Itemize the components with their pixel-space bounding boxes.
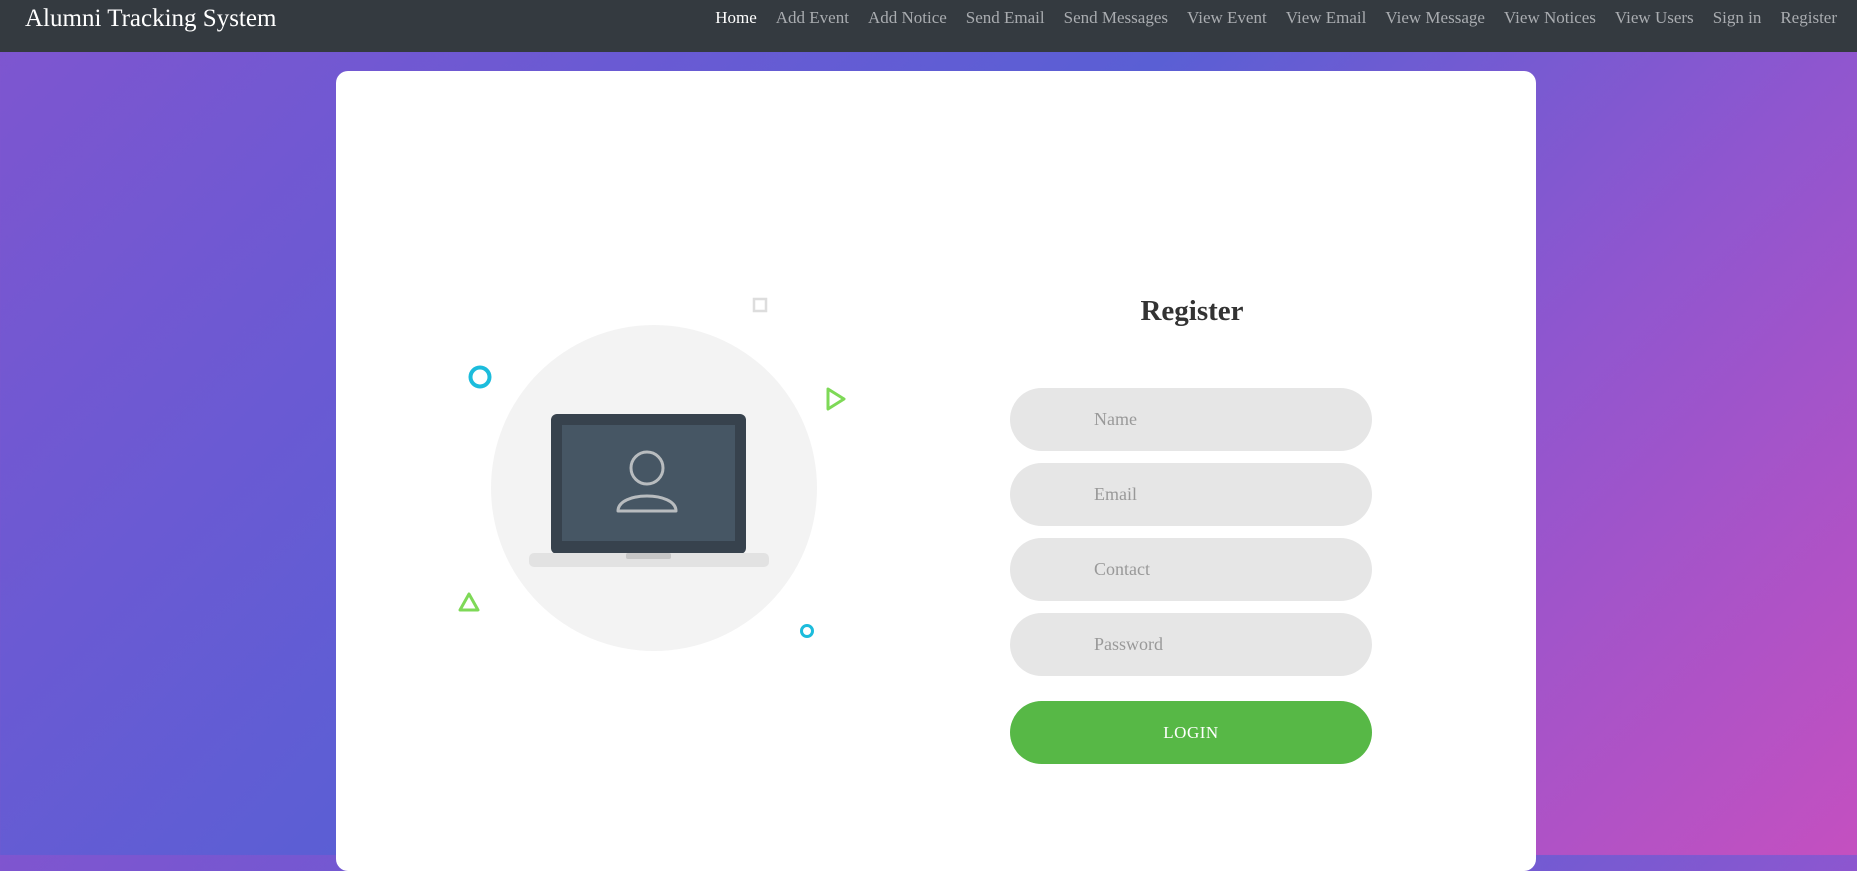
nav-links: Home Add Event Add Notice Send Email Sen… xyxy=(696,8,1837,28)
nav-item-register[interactable]: Register xyxy=(1780,8,1837,28)
deco-ring-small xyxy=(800,624,814,638)
form-fields xyxy=(1010,388,1374,676)
nav-item-add-notice[interactable]: Add Notice xyxy=(868,8,947,28)
deco-ring-large xyxy=(468,365,492,389)
nav-item-home[interactable]: Home xyxy=(715,8,757,28)
nav-item-view-message[interactable]: View Message xyxy=(1385,8,1485,28)
deco-triangle-right xyxy=(826,387,846,411)
nav-item-send-messages[interactable]: Send Messages xyxy=(1064,8,1168,28)
nav-item-view-email[interactable]: View Email xyxy=(1286,8,1367,28)
register-form: Register LOGIN xyxy=(1010,291,1374,764)
deco-square xyxy=(752,297,768,313)
login-button[interactable]: LOGIN xyxy=(1010,701,1372,764)
brand-title[interactable]: Alumni Tracking System xyxy=(25,6,276,31)
nav-item-send-email[interactable]: Send Email xyxy=(966,8,1045,28)
deco-triangle-up xyxy=(458,592,480,612)
top-navbar: Alumni Tracking System Home Add Event Ad… xyxy=(0,0,1857,52)
nav-item-add-event[interactable]: Add Event xyxy=(776,8,849,28)
nav-item-view-notices[interactable]: View Notices xyxy=(1504,8,1596,28)
laptop-notch xyxy=(626,553,671,559)
nav-item-view-users[interactable]: View Users xyxy=(1615,8,1694,28)
contact-input[interactable] xyxy=(1010,538,1372,601)
nav-item-view-event[interactable]: View Event xyxy=(1187,8,1267,28)
form-title: Register xyxy=(1140,295,1244,327)
laptop-user-icon xyxy=(458,297,846,651)
email-input[interactable] xyxy=(1010,463,1372,526)
register-card: Register LOGIN xyxy=(336,71,1536,871)
nav-item-sign-in[interactable]: Sign in xyxy=(1713,8,1762,28)
name-input[interactable] xyxy=(1010,388,1372,451)
password-input[interactable] xyxy=(1010,613,1372,676)
